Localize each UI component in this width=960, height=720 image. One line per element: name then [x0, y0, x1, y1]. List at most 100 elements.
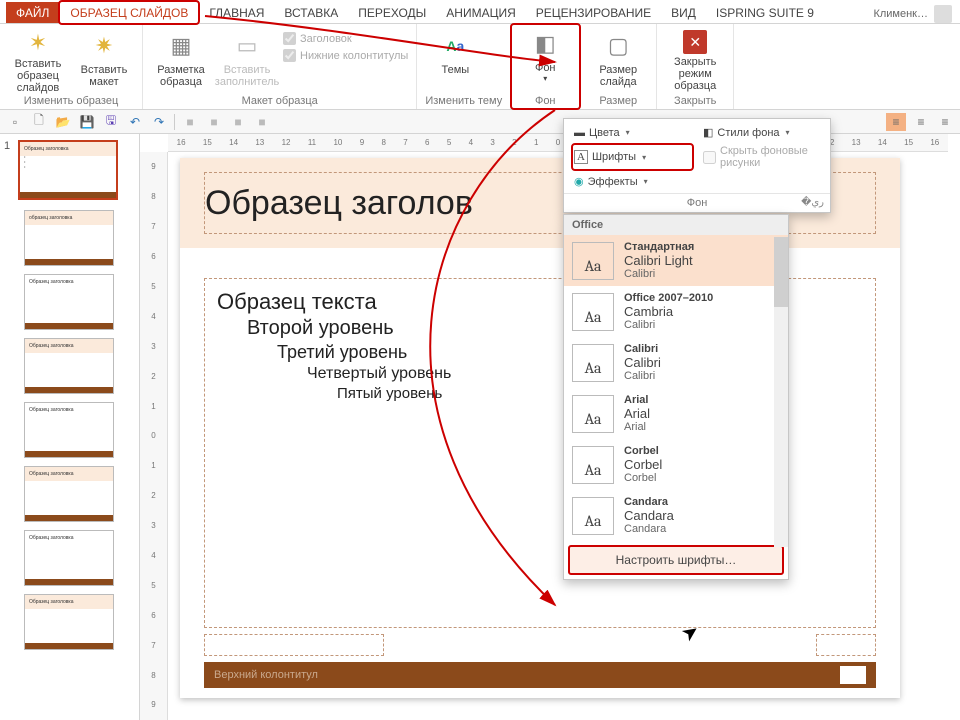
qat-redo-icon[interactable]: ↷	[150, 113, 168, 131]
close-master-button[interactable]: ✕ Закрыть режим образца	[665, 28, 725, 92]
dialog-launcher-icon[interactable]: �ري	[801, 197, 824, 208]
font-sample-icon: Aa	[572, 242, 614, 280]
tab-transitions[interactable]: ПЕРЕХОДЫ	[348, 2, 436, 23]
thumb-layout[interactable]: Образец заголовка	[24, 594, 114, 650]
insert-slide-master-label: Вставить образец слайдов	[8, 58, 68, 94]
placeholder-date[interactable]	[204, 634, 384, 656]
insert-placeholder-label: Вставить заполнитель	[215, 64, 279, 88]
thumb-master[interactable]: Образец заголовка •••	[18, 140, 118, 200]
slide-size-button[interactable]: Размер слайда	[588, 28, 648, 92]
chk-footers-box	[283, 49, 296, 62]
scrollbar[interactable]	[774, 237, 788, 547]
font-theme-item[interactable]: AaOffice 2007–2010CambriaCalibri	[564, 286, 788, 337]
chk-title-box	[283, 32, 296, 45]
master-layout-button[interactable]: Разметка образца	[151, 28, 211, 92]
background-icon	[529, 28, 561, 60]
colors-menu[interactable]: ▬Цвета▾	[572, 125, 693, 140]
scrollbar-thumb[interactable]	[774, 237, 788, 307]
qat-align-center-icon[interactable]: ≡	[912, 113, 930, 131]
vertical-ruler: 9876543210123456789	[140, 152, 168, 720]
font-major: Calibri	[624, 355, 661, 370]
thumb-layout[interactable]: Образец заголовка	[24, 274, 114, 330]
qat-new-icon[interactable]: ▫	[6, 113, 24, 131]
group-edit-theme-label: Изменить тему	[425, 93, 502, 107]
hide-bg-checkbox	[703, 151, 716, 164]
tab-animation[interactable]: АНИМАЦИЯ	[436, 2, 525, 23]
customize-fonts-button[interactable]: Настроить шрифты…	[568, 545, 784, 575]
qat-misc-icon[interactable]: ■	[181, 113, 199, 131]
palette-icon: ▬	[574, 127, 585, 139]
font-theme-name: Corbel	[624, 445, 662, 457]
variant-panel-label: Фон�ري	[564, 193, 830, 212]
font-major: Calibri Light	[624, 253, 694, 268]
tab-review[interactable]: РЕЦЕНЗИРОВАНИЕ	[526, 2, 661, 23]
qat-undo-icon[interactable]: ↶	[126, 113, 144, 131]
font-major: Arial	[624, 406, 650, 421]
font-major: Candara	[624, 508, 674, 523]
thumb-layout[interactable]: Образец заголовка	[24, 530, 114, 586]
themes-label: Темы	[441, 64, 469, 76]
background-label: Фон	[535, 62, 556, 74]
qat-saveas-icon[interactable]: 🖫	[102, 113, 120, 131]
insert-layout-button[interactable]: Вставить макет	[74, 28, 134, 92]
font-sample-icon: Aa	[572, 293, 614, 331]
placeholder-number[interactable]	[816, 634, 876, 656]
qat-new-file-icon[interactable]: 🗋	[30, 113, 48, 131]
slide-thumbnails: 1 Образец заголовка ••• образец заголовк…	[0, 134, 140, 720]
qat-misc-icon[interactable]: ■	[229, 113, 247, 131]
thumb-number: 1	[4, 140, 14, 200]
user-name: Клименк…	[873, 8, 928, 20]
effects-menu[interactable]: ◉Эффекты▾	[572, 174, 693, 189]
thumb-layout[interactable]: образец заголовка	[24, 210, 114, 266]
insert-slide-master-button[interactable]: Вставить образец слайдов	[8, 28, 68, 92]
master-layout-label: Разметка образца	[151, 64, 211, 88]
font-minor: Calibri	[624, 370, 661, 382]
bg-styles-menu[interactable]: ◧Стили фона▾	[701, 125, 822, 140]
font-theme-item[interactable]: AaCorbelCorbelCorbel	[564, 439, 788, 490]
font-minor: Corbel	[624, 472, 662, 484]
font-theme-item[interactable]: AaCalibriCalibriCalibri	[564, 337, 788, 388]
group-size-label: Размер	[588, 93, 648, 107]
background-button[interactable]: Фон ▾	[515, 26, 575, 90]
qat-open-icon[interactable]: 📂	[54, 113, 72, 131]
font-theme-item[interactable]: AaCandaraCandaraCandara	[564, 490, 788, 541]
close-master-label: Закрыть режим образца	[665, 56, 725, 92]
thumb-layout[interactable]: Образец заголовка	[24, 338, 114, 394]
workspace: 1 Образец заголовка ••• образец заголовк…	[0, 134, 960, 720]
colors-label: Цвета	[589, 127, 620, 139]
chk-footers: Нижние колонтитулы	[283, 49, 408, 62]
group-master-layout-label: Макет образца	[151, 93, 408, 107]
font-minor: Calibri	[624, 319, 713, 331]
themes-button[interactable]: Aa Темы	[425, 28, 485, 92]
qat-align-left-icon[interactable]: ≡	[886, 113, 906, 131]
effects-label: Эффекты	[588, 176, 638, 188]
tab-slide-master[interactable]: ОБРАЗЕЦ СЛАЙДОВ	[59, 1, 199, 24]
tab-file[interactable]: ФАЙЛ	[6, 2, 59, 23]
fonts-label: Шрифты	[592, 151, 636, 163]
font-major: Corbel	[624, 457, 662, 472]
font-minor: Candara	[624, 523, 674, 535]
font-sample-icon: Aa	[572, 446, 614, 484]
chevron-down-icon: ▾	[543, 74, 547, 83]
qat-align-right-icon[interactable]: ≡	[936, 113, 954, 131]
themes-icon: Aa	[439, 30, 471, 62]
thumb-layout[interactable]: Образец заголовка	[24, 402, 114, 458]
tab-view[interactable]: ВИД	[661, 2, 706, 23]
tab-insert[interactable]: ВСТАВКА	[274, 2, 348, 23]
avatar	[934, 5, 952, 23]
font-theme-item[interactable]: AaArialArialArial	[564, 388, 788, 439]
font-theme-item[interactable]: AaСтандартнаяCalibri LightCalibri	[564, 235, 788, 286]
chk-title: Заголовок	[283, 32, 408, 45]
fonts-menu[interactable]: AШрифты▾	[572, 144, 693, 170]
thumb-layout[interactable]: Образец заголовка	[24, 466, 114, 522]
qat-save-icon[interactable]: 💾	[78, 113, 96, 131]
slide-canvas[interactable]: Образец заголов Образец текста Второй ур…	[180, 158, 900, 698]
user-area[interactable]: Клименк…	[873, 5, 960, 23]
qat-misc-icon[interactable]: ■	[205, 113, 223, 131]
tab-home[interactable]: ГЛАВНАЯ	[199, 2, 274, 23]
horizontal-ruler: 1615141312111098765432101234567891011121…	[168, 134, 948, 152]
chk-footers-label: Нижние колонтитулы	[300, 50, 408, 62]
qat-misc-icon[interactable]: ■	[253, 113, 271, 131]
tab-ispring[interactable]: ISPRING SUITE 9	[706, 2, 824, 23]
sparkle-icon	[88, 30, 120, 62]
